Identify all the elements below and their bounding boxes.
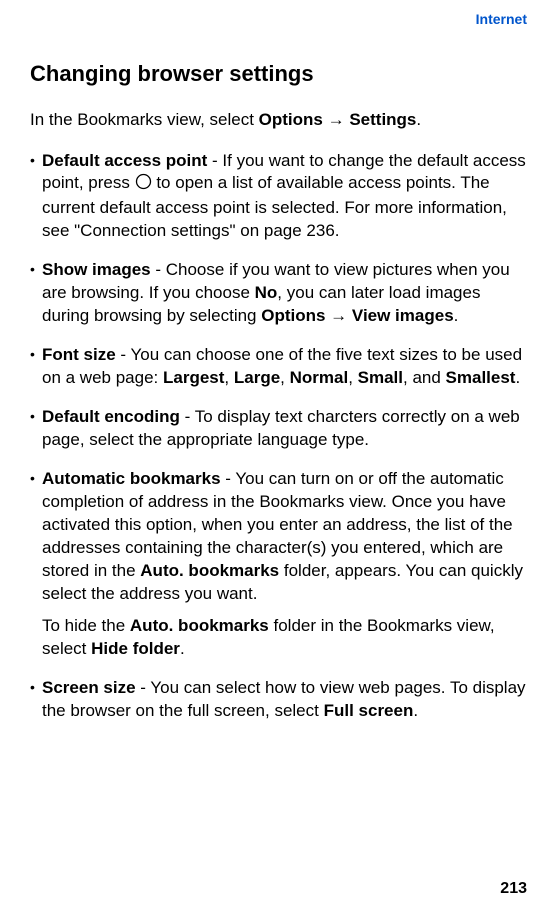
intro-suffix: . [416, 110, 421, 129]
fs-large: Large [234, 368, 280, 387]
fs-c4: , and [403, 368, 446, 387]
item-default-encoding: Default encoding - To display text charc… [30, 406, 527, 452]
ab2-hide: Hide folder [91, 639, 180, 658]
item-automatic-bookmarks: Automatic bookmarks - You can turn on or… [30, 468, 527, 606]
item-default-access-point: Default access point - If you want to ch… [30, 150, 527, 244]
circle-button-icon [135, 173, 152, 197]
fs-normal: Normal [290, 368, 349, 387]
ss-label: Screen size [42, 678, 136, 697]
arrow-icon: → [325, 306, 351, 325]
si-t3: . [454, 306, 459, 325]
fs-label: Font size [42, 345, 116, 364]
fs-c2: , [280, 368, 289, 387]
intro-prefix: In the Bookmarks view, select [30, 110, 259, 129]
fs-c3: , [348, 368, 357, 387]
fs-c1: , [224, 368, 233, 387]
fs-c5: . [515, 368, 520, 387]
si-options: Options [261, 306, 325, 325]
ab2-folder: Auto. bookmarks [130, 616, 269, 635]
item-automatic-bookmarks-followup: To hide the Auto. bookmarks folder in th… [30, 615, 527, 661]
page-title: Changing browser settings [30, 59, 527, 89]
fs-smallest: Smallest [446, 368, 516, 387]
section-header: Internet [30, 10, 527, 29]
intro-options: Options [259, 110, 323, 129]
dap-label: Default access point [42, 151, 207, 170]
arrow-icon: → [323, 110, 349, 129]
item-show-images: Show images - Choose if you want to view… [30, 259, 527, 328]
intro-paragraph: In the Bookmarks view, select Options → … [30, 109, 527, 132]
item-font-size: Font size - You can choose one of the fi… [30, 344, 527, 390]
ab-label: Automatic bookmarks [42, 469, 221, 488]
ab2-t3: . [180, 639, 185, 658]
fs-small: Small [358, 368, 403, 387]
si-label: Show images [42, 260, 151, 279]
de-label: Default encoding [42, 407, 180, 426]
item-screen-size: Screen size - You can select how to view… [30, 677, 527, 723]
ab2-t1: To hide the [42, 616, 130, 635]
si-view-images: View images [352, 306, 454, 325]
intro-settings: Settings [349, 110, 416, 129]
ss-t2: . [413, 701, 418, 720]
ss-full: Full screen [324, 701, 414, 720]
si-no: No [255, 283, 278, 302]
fs-largest: Largest [163, 368, 224, 387]
page-number: 213 [500, 878, 527, 900]
ab-folder: Auto. bookmarks [140, 561, 279, 580]
